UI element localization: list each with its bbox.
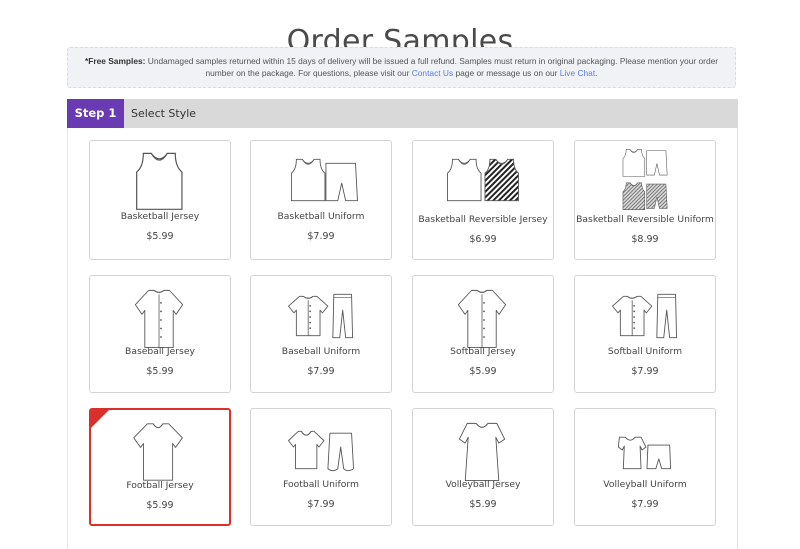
product-card[interactable]: Football Jersey $5.99 [89, 408, 231, 526]
notice-label: *Free Samples: [84, 56, 146, 66]
product-price: $7.99 [631, 366, 659, 377]
step-label: Select Style [131, 107, 197, 120]
product-name: Volleyball Jersey [445, 479, 521, 490]
basketball-jersey-icon [136, 152, 183, 210]
volleyball-uniform-icon [617, 436, 672, 470]
product-card[interactable]: Softball Uniform $7.99 [574, 275, 716, 393]
notice-text-2: page or message us on our [453, 68, 560, 78]
contact-us-link[interactable]: Contact Us [412, 68, 453, 78]
product-price: $5.99 [469, 499, 497, 510]
step-header: Step 1 Select Style [67, 99, 738, 128]
product-price: $5.99 [146, 231, 174, 242]
product-name: Football Uniform [283, 479, 359, 490]
product-price: $7.99 [307, 366, 335, 377]
basketball-reversible-jersey-icon [447, 158, 519, 202]
volleyball-jersey-icon [458, 422, 506, 482]
product-price: $7.99 [307, 499, 335, 510]
product-card[interactable]: Basketball Reversible Uniform $8.99 [574, 140, 716, 260]
free-samples-notice: *Free Samples: Undamaged samples returne… [67, 47, 736, 88]
product-name: Baseball Jersey [125, 346, 195, 357]
product-name: Basketball Reversible Uniform [576, 214, 714, 225]
notice-text-3: . [595, 68, 598, 78]
step-badge: Step 1 [67, 99, 124, 128]
baseball-jersey-icon [134, 289, 184, 349]
product-name: Volleyball Uniform [603, 479, 687, 490]
product-price: $8.99 [631, 234, 659, 245]
product-card[interactable]: Volleyball Uniform $7.99 [574, 408, 716, 526]
softball-uniform-icon [612, 293, 677, 339]
basketball-uniform-icon [290, 158, 358, 202]
product-price: $6.99 [469, 234, 497, 245]
live-chat-link[interactable]: Live Chat [560, 68, 595, 78]
product-card[interactable]: Baseball Jersey $5.99 [89, 275, 231, 393]
product-name: Baseball Uniform [281, 346, 361, 357]
product-name: Softball Uniform [607, 346, 683, 357]
football-jersey-icon [133, 423, 183, 481]
product-price: $5.99 [146, 366, 174, 377]
product-price: $5.99 [469, 366, 497, 377]
product-name: Basketball Uniform [277, 211, 365, 222]
product-name: Football Jersey [126, 480, 194, 491]
product-card[interactable]: Football Uniform $7.99 [250, 408, 392, 526]
football-uniform-icon [288, 430, 354, 472]
product-name: Basketball Reversible Jersey [418, 214, 548, 225]
product-card[interactable]: Basketball Uniform $7.99 [250, 140, 392, 260]
product-card[interactable]: Basketball Jersey $5.99 [89, 140, 231, 260]
basketball-reversible-uniform-icon [622, 149, 668, 210]
product-card[interactable]: Volleyball Jersey $5.99 [412, 408, 554, 526]
product-card[interactable]: Basketball Reversible Jersey $6.99 [412, 140, 554, 260]
product-price: $7.99 [631, 499, 659, 510]
product-name: Softball Jersey [450, 346, 516, 357]
product-card[interactable]: Baseball Uniform $7.99 [250, 275, 392, 393]
product-card[interactable]: Softball Jersey $5.99 [412, 275, 554, 393]
product-price: $7.99 [307, 231, 335, 242]
softball-jersey-icon [457, 289, 507, 349]
product-name: Basketball Jersey [120, 211, 200, 222]
baseball-uniform-icon [288, 293, 353, 339]
product-price: $5.99 [146, 500, 174, 511]
